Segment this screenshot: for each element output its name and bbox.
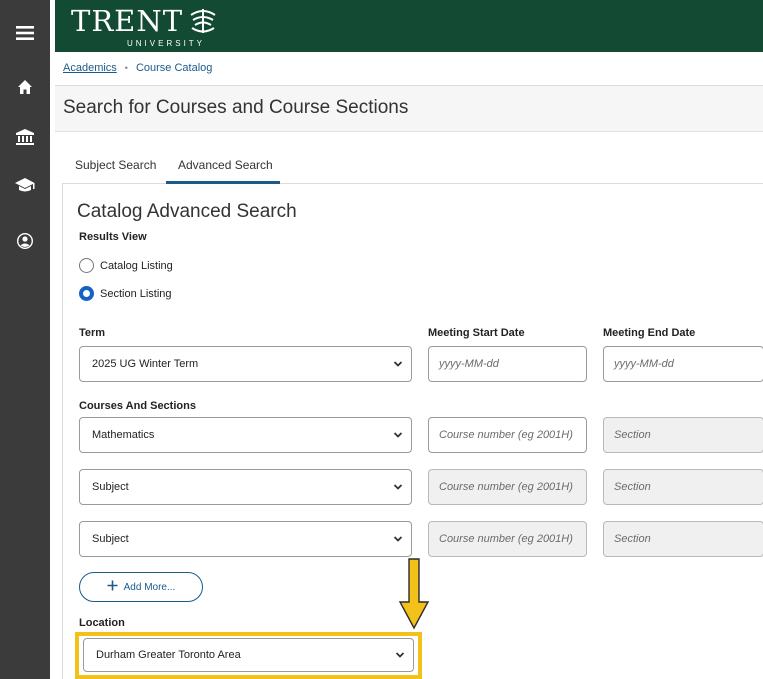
subject-value: Subject	[92, 533, 129, 545]
breadcrumb-separator: •	[124, 63, 128, 73]
page-title: Search for Courses and Course Sections	[63, 97, 409, 118]
location-label: Location	[79, 617, 125, 629]
breadcrumb-course-catalog[interactable]: Course Catalog	[136, 62, 212, 74]
chevron-down-icon	[393, 534, 403, 547]
courses-sections-label: Courses And Sections	[79, 400, 196, 412]
placeholder: yyyy-MM-dd	[439, 358, 499, 370]
location-value: Durham Greater Toronto Area	[96, 649, 241, 661]
radio-catalog-listing[interactable]: Catalog Listing	[79, 258, 173, 273]
page-header: Search for Courses and Course Sections	[55, 86, 763, 132]
tab-subject-search[interactable]: Subject Search	[75, 158, 156, 172]
subject-select-3[interactable]: Subject	[79, 521, 412, 557]
term-value: 2025 UG Winter Term	[92, 358, 199, 370]
radio-unchecked-icon[interactable]	[79, 258, 94, 273]
graduation-cap-icon[interactable]	[0, 170, 50, 200]
term-label: Term	[79, 327, 106, 339]
logo-wordmark: TRENT	[71, 4, 184, 38]
meeting-end-label: Meeting End Date	[603, 327, 696, 339]
chevron-down-icon	[393, 430, 403, 443]
trent-logo[interactable]: TRENT UNIVERSITY	[71, 7, 219, 51]
subject-select-2[interactable]: Subject	[79, 469, 412, 505]
home-icon[interactable]	[0, 72, 50, 102]
crest-icon	[187, 7, 219, 39]
radio-section-listing[interactable]: Section Listing	[79, 286, 172, 301]
bank-icon[interactable]	[0, 122, 50, 152]
menu-icon[interactable]	[0, 18, 50, 48]
down-arrow-annotation	[398, 558, 430, 630]
term-select[interactable]: 2025 UG Winter Term	[79, 346, 412, 382]
subject-select-1[interactable]: Mathematics	[79, 417, 412, 453]
placeholder: Course number (eg 2001H)	[439, 533, 573, 545]
placeholder: Course number (eg 2001H)	[439, 429, 573, 441]
placeholder: Section	[614, 481, 651, 493]
chevron-down-icon	[395, 650, 405, 663]
user-icon[interactable]	[0, 226, 50, 256]
logo-subtitle: UNIVERSITY	[127, 39, 206, 48]
subject-value: Subject	[92, 481, 129, 493]
section-heading: Catalog Advanced Search	[77, 201, 297, 222]
left-sidebar	[0, 0, 50, 679]
chevron-down-icon	[393, 482, 403, 495]
radio-label: Section Listing	[100, 287, 172, 300]
placeholder: Section	[614, 429, 651, 441]
course-number-input-2[interactable]: Course number (eg 2001H)	[428, 469, 587, 505]
chevron-down-icon	[393, 359, 403, 372]
placeholder: Section	[614, 533, 651, 545]
results-view-label: Results View	[79, 231, 147, 243]
placeholder: yyyy-MM-dd	[614, 358, 674, 370]
radio-checked-icon[interactable]	[79, 286, 94, 301]
placeholder: Course number (eg 2001H)	[439, 481, 573, 493]
breadcrumb-academics[interactable]: Academics	[63, 62, 117, 74]
course-number-input-1[interactable]: Course number (eg 2001H)	[428, 417, 587, 453]
top-banner: TRENT UNIVERSITY	[50, 0, 763, 52]
tab-advanced-search[interactable]: Advanced Search	[178, 158, 273, 172]
breadcrumb: Academics • Course Catalog	[63, 62, 212, 74]
add-more-button[interactable]: Add More...	[79, 572, 203, 602]
section-input-2[interactable]: Section	[603, 469, 763, 505]
add-more-label: Add More...	[123, 581, 176, 593]
meeting-start-date-input[interactable]: yyyy-MM-dd	[428, 346, 587, 382]
location-select[interactable]: Durham Greater Toronto Area	[83, 638, 414, 672]
subject-value: Mathematics	[92, 429, 155, 441]
advanced-search-panel: Catalog Advanced Search Results View Cat…	[62, 184, 763, 679]
plus-icon	[107, 580, 118, 594]
course-number-input-3[interactable]: Course number (eg 2001H)	[428, 521, 587, 557]
meeting-start-label: Meeting Start Date	[428, 327, 525, 339]
radio-label: Catalog Listing	[100, 259, 173, 272]
search-tabs: Subject Search Advanced Search	[62, 150, 763, 184]
meeting-end-date-input[interactable]: yyyy-MM-dd	[603, 346, 763, 382]
section-input-1[interactable]: Section	[603, 417, 763, 453]
section-input-3[interactable]: Section	[603, 521, 763, 557]
